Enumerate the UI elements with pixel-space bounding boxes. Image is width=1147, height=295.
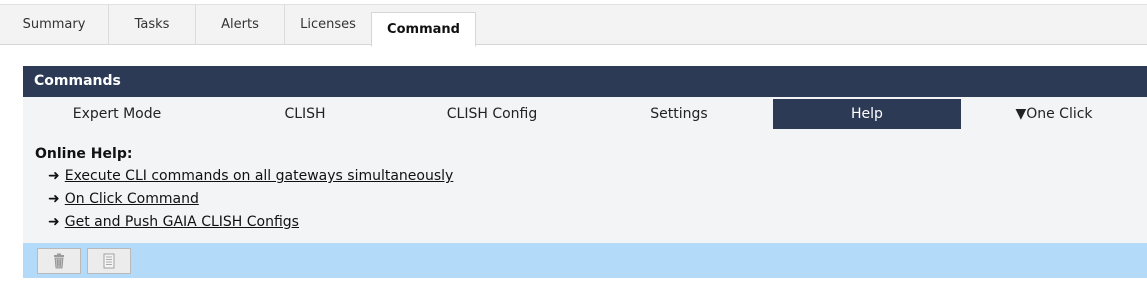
tab-alerts[interactable]: Alerts bbox=[196, 5, 285, 44]
trash-icon bbox=[54, 253, 64, 269]
help-link-row: ➜ Execute CLI commands on all gateways si… bbox=[35, 165, 453, 188]
subnav-clish[interactable]: CLISH bbox=[211, 99, 399, 129]
online-help-title: Online Help: bbox=[35, 146, 133, 162]
arrow-right-icon: ➜ bbox=[48, 191, 60, 207]
tab-licenses[interactable]: Licenses bbox=[285, 5, 371, 44]
document-list-icon bbox=[103, 253, 115, 269]
delete-button[interactable] bbox=[37, 248, 81, 274]
tab-summary[interactable]: Summary bbox=[0, 5, 109, 44]
subnav-settings[interactable]: Settings bbox=[585, 99, 773, 129]
tab-tasks[interactable]: Tasks bbox=[109, 5, 196, 44]
subnav-one-click-dropdown[interactable]: ▼One Click bbox=[961, 99, 1147, 129]
help-link-row: ➜ On Click Command bbox=[35, 188, 453, 211]
subnav-expert-mode[interactable]: Expert Mode bbox=[23, 99, 211, 129]
help-link-gaia-clish-configs[interactable]: Get and Push GAIA CLISH Configs bbox=[65, 214, 299, 230]
subnav-clish-config[interactable]: CLISH Config bbox=[399, 99, 585, 129]
arrow-right-icon: ➜ bbox=[48, 214, 60, 230]
help-link-on-click-command[interactable]: On Click Command bbox=[65, 191, 199, 207]
tab-bar: Summary Tasks Alerts Licenses Command bbox=[0, 4, 1147, 47]
help-link-row: ➜ Get and Push GAIA CLISH Configs bbox=[35, 211, 453, 234]
tab-command[interactable]: Command bbox=[371, 12, 476, 47]
panel-header: Commands bbox=[23, 66, 1147, 97]
commands-subnav: Expert Mode CLISH CLISH Config Settings … bbox=[23, 99, 1147, 131]
panel-title: Commands bbox=[34, 73, 121, 89]
arrow-right-icon: ➜ bbox=[48, 168, 60, 184]
command-toolbar bbox=[23, 243, 1147, 278]
online-help-section: Online Help: ➜ Execute CLI commands on al… bbox=[35, 146, 453, 234]
commands-panel: Commands Expert Mode CLISH CLISH Config … bbox=[23, 66, 1147, 278]
help-link-execute-cli[interactable]: Execute CLI commands on all gateways sim… bbox=[65, 168, 454, 184]
subnav-help[interactable]: Help bbox=[773, 99, 961, 129]
document-list-button[interactable] bbox=[87, 248, 131, 274]
